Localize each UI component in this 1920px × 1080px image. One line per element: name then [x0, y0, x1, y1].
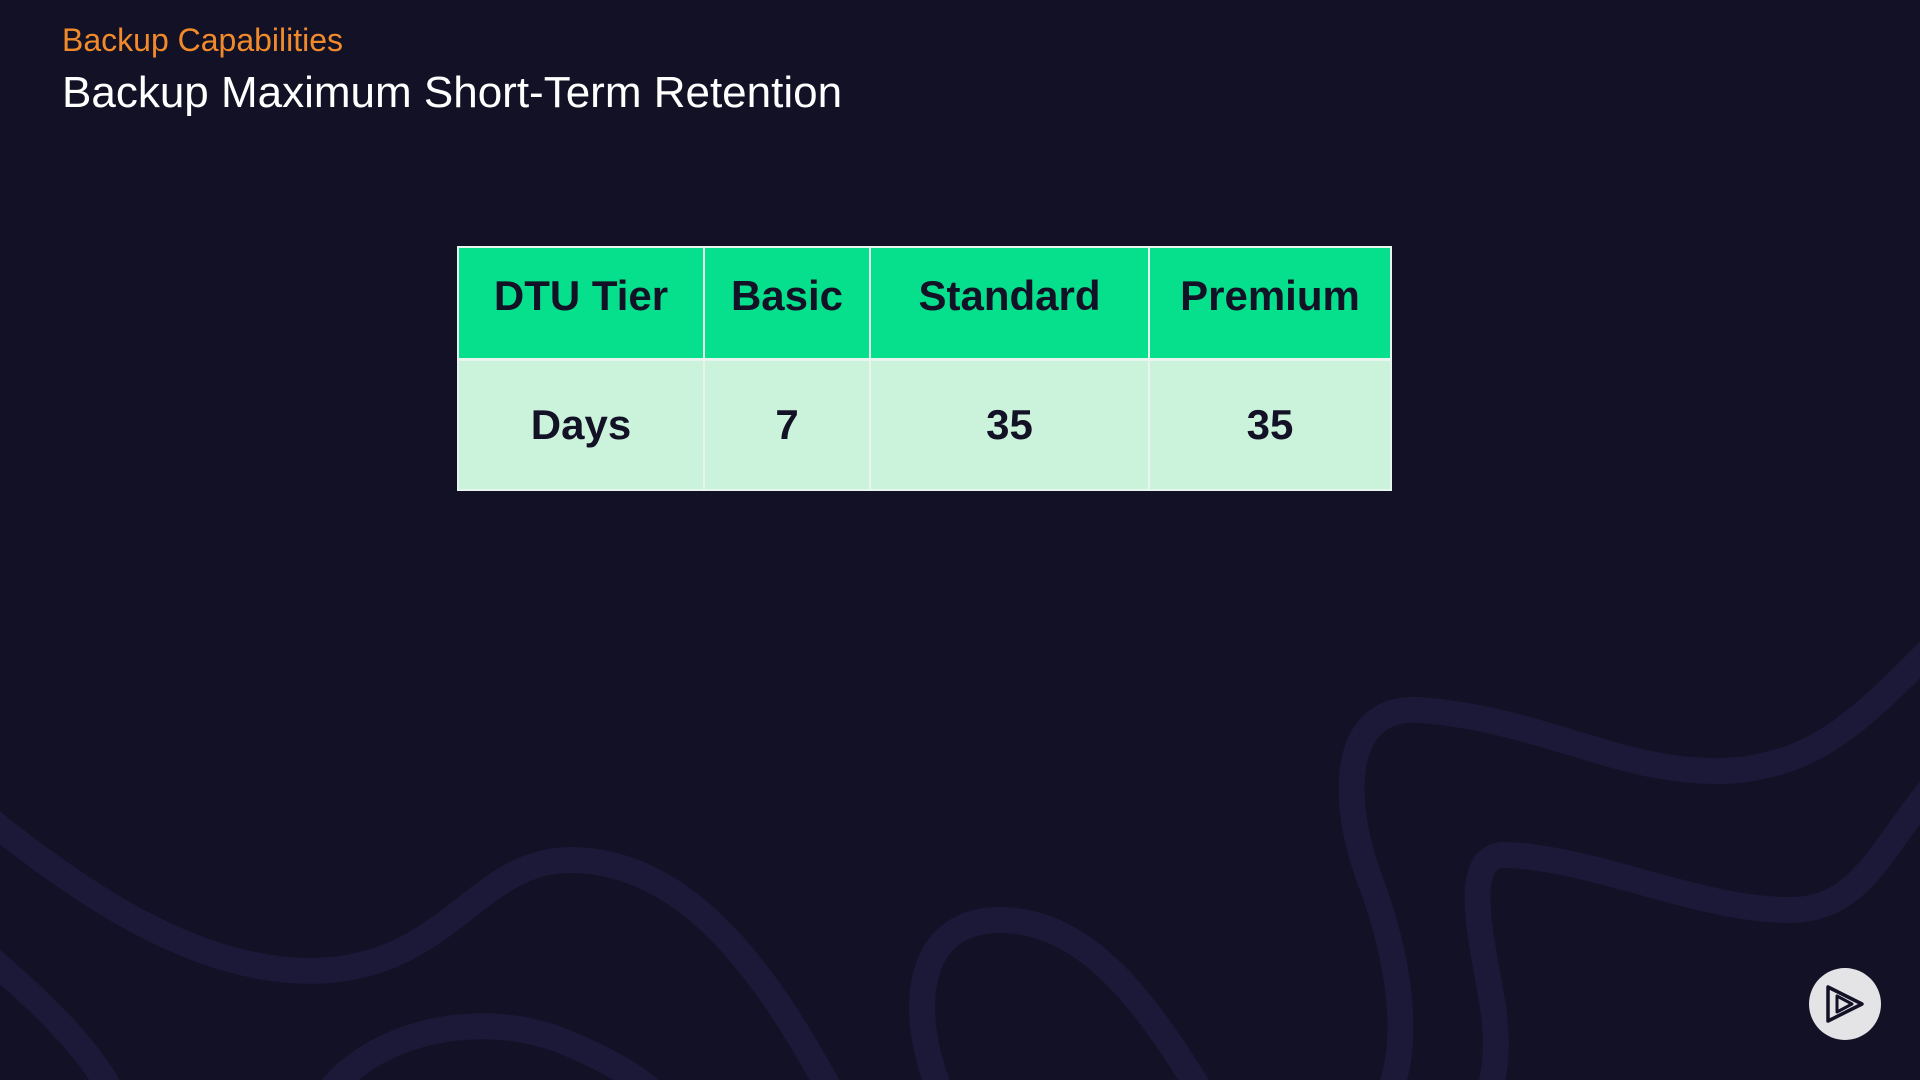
header-dtu-tier: DTU Tier	[458, 247, 705, 361]
table-header-row: DTU Tier Basic Standard Premium	[458, 247, 1391, 361]
slide-subtitle: Backup Capabilities	[62, 22, 344, 58]
cell-days-label: Days	[458, 359, 705, 490]
header-premium: Premium	[1149, 247, 1391, 361]
background-waves	[0, 641, 1920, 1080]
retention-table: DTU Tier Basic Standard Premium Days 7 3…	[457, 246, 1392, 491]
cell-basic-days: 7	[704, 359, 871, 490]
slide-title: Backup Maximum Short-Term Retention	[62, 68, 843, 117]
play-icon	[1826, 985, 1864, 1023]
play-button[interactable]	[1809, 968, 1881, 1040]
table-row: Days 7 35 35	[458, 359, 1391, 490]
header-standard: Standard	[870, 247, 1150, 361]
header-basic: Basic	[704, 247, 871, 361]
cell-premium-days: 35	[1149, 359, 1391, 490]
cell-standard-days: 35	[870, 359, 1150, 490]
